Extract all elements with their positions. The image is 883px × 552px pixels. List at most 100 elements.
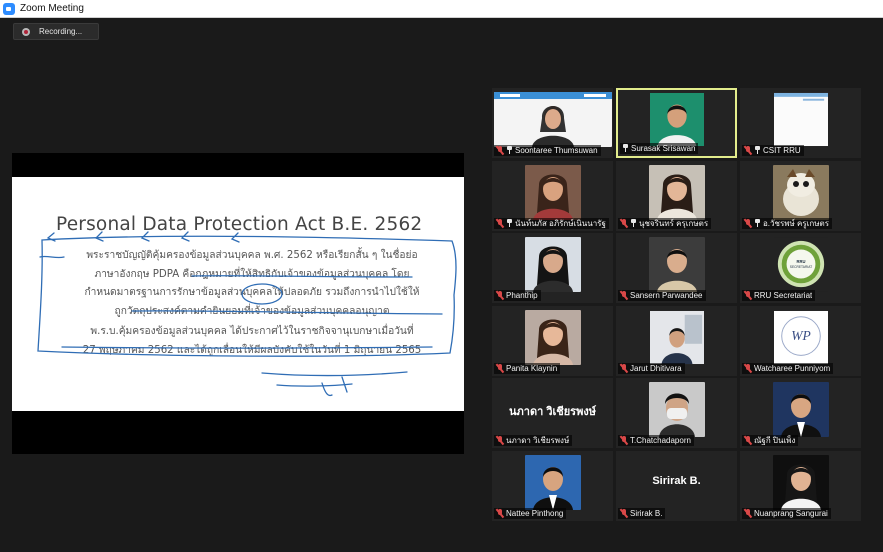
participant-tile[interactable]: Jarut Dhitivara — [616, 305, 737, 376]
participant-video — [524, 454, 581, 510]
mic-muted-icon — [496, 363, 504, 373]
participant-name: RRU Secretariat — [754, 291, 813, 300]
mic-muted-icon — [620, 218, 628, 228]
participant-tile[interactable]: Panita Klaynin — [492, 305, 613, 376]
participant-tile[interactable]: WP Watcharee Punniyom — [740, 305, 861, 376]
participant-tile[interactable]: Nattee Pinthong — [492, 450, 613, 521]
participant-tile[interactable]: อ.วัชรพษ์ ครูเกษตร — [740, 160, 861, 231]
participant-video — [524, 164, 581, 220]
recording-indicator[interactable]: Recording... — [13, 23, 99, 40]
participant-tile[interactable]: ณัฐกี ปินเพ็ง — [740, 378, 861, 448]
participant-display-name: Sirirak B. — [652, 474, 701, 487]
presentation-slide: Personal Data Protection Act B.E. 2562 พ… — [12, 177, 464, 411]
slide-text-line: ภาษาอังกฤษ PDPA คือกฎหมายที่ให้สิทธิกับเ… — [94, 268, 410, 280]
participant-nameplate: นุชจรินทร์ ครุเกษตร — [618, 217, 712, 229]
participant-tile[interactable]: Soontaree Thumsuwan — [492, 88, 613, 158]
ink-stroke — [321, 382, 333, 397]
mic-muted-icon — [496, 146, 504, 155]
participant-name: นภาดา วิเชียรพงษ์ — [506, 436, 570, 445]
participant-tile[interactable]: CSIT RRU — [740, 88, 861, 158]
participant-nameplate: Nuanprang Sangurai — [742, 507, 831, 519]
participant-nameplate: Soontaree Thumsuwan — [494, 145, 601, 156]
slide-title: Personal Data Protection Act B.E. 2562 — [56, 214, 423, 235]
slide-text-line: 27 พฤษภาคม 2562 และได้ถูกเลื่อนให้มีผลบั… — [82, 344, 422, 356]
participant-name: T.Chatchadaporn — [630, 436, 691, 445]
participant-nameplate: นภาดา วิเชียรพงษ์ — [494, 435, 573, 446]
participant-tile[interactable]: Surasak Srisawan — [616, 88, 737, 158]
mic-muted-icon — [496, 218, 504, 228]
participant-video — [524, 237, 581, 292]
participant-nameplate: Phanthip — [494, 290, 541, 301]
shared-screen: Personal Data Protection Act B.E. 2562 พ… — [12, 153, 464, 454]
participant-tile[interactable]: นุชจรินทร์ ครุเกษตร — [616, 160, 737, 231]
participant-video — [493, 92, 612, 147]
participant-video — [648, 237, 705, 292]
participant-display-name: นภาดา วิเชียรพงษ์ — [509, 406, 596, 418]
participant-tile[interactable]: Nuanprang Sangurai — [740, 450, 861, 521]
participant-tile[interactable]: Sirirak B. Sirirak B. — [616, 450, 737, 521]
mic-muted-icon — [744, 218, 752, 228]
participant-name: Jarut Dhitivara — [630, 363, 682, 373]
recording-label: Recording... — [39, 27, 83, 36]
participant-name: อ.วัชรพษ์ ครูเกษตร — [763, 218, 830, 228]
mic-muted-icon — [496, 508, 504, 518]
participant-tile[interactable]: Sansern Parwandee — [616, 233, 737, 303]
pin-icon — [506, 146, 513, 155]
participant-name: CSIT RRU — [763, 146, 801, 155]
participant-tile[interactable]: นภาดา วิเชียรพงษ์ นภาดา วิเชียรพงษ์ — [492, 378, 613, 448]
pin-icon — [506, 218, 513, 228]
participant-name: Panita Klaynin — [506, 363, 558, 373]
participant-video — [648, 164, 705, 220]
participant-nameplate: Sirirak B. — [618, 507, 666, 519]
svg-text:RRU: RRU — [796, 259, 805, 264]
ink-underline — [276, 383, 353, 387]
slide-text-line: กำหนดมาตรฐานการรักษาข้อมูลส่วนบุคคลให้ปล… — [84, 287, 420, 298]
mic-muted-icon — [744, 291, 752, 300]
mic-muted-icon — [620, 436, 628, 445]
title-bar: Zoom Meeting — [0, 0, 883, 18]
participant-video — [772, 382, 829, 437]
window-title: Zoom Meeting — [20, 3, 84, 14]
participant-video — [772, 454, 829, 510]
participant-tile[interactable]: นันท์นภัส อภิรักษ์เนินนารัฐ — [492, 160, 613, 231]
ink-stroke — [341, 376, 348, 393]
participant-nameplate: CSIT RRU — [742, 145, 804, 156]
mic-muted-icon — [620, 363, 628, 373]
participant-video — [773, 92, 828, 147]
participant-nameplate: Panita Klaynin — [494, 362, 561, 374]
slide-text-line: พระราชบัญญัติคุ้มครองข้อมูลส่วนบุคคล พ.ศ… — [86, 250, 418, 261]
participant-nameplate: RRU Secretariat — [742, 290, 816, 301]
ink-underline — [261, 371, 408, 377]
mic-muted-icon — [620, 508, 628, 518]
mic-muted-icon — [744, 363, 752, 373]
participant-tile[interactable]: RRU SECRETARIAT RRU Secretariat — [740, 233, 861, 303]
participant-nameplate: T.Chatchadaporn — [618, 435, 694, 446]
svg-text:WP: WP — [791, 327, 811, 342]
participant-nameplate: Watcharee Punniyom — [742, 362, 834, 374]
participant-tile[interactable]: Phanthip — [492, 233, 613, 303]
participant-video — [772, 164, 829, 220]
participant-name: นันท์นภัส อภิรักษ์เนินนารัฐ — [515, 218, 606, 228]
participant-name: Surasak Srisawan — [631, 144, 696, 153]
pin-icon — [622, 144, 629, 153]
slide-body: พระราชบัญญัติคุ้มครองข้อมูลส่วนบุคคล พ.ศ… — [48, 247, 456, 360]
slide-text-line: พ.ร.บ.คุ้มครองข้อมูลส่วนบุคคล ได้ประกาศไ… — [90, 326, 414, 337]
participant-video — [648, 382, 705, 437]
mic-muted-icon — [744, 508, 752, 518]
participant-name: Soontaree Thumsuwan — [515, 146, 598, 155]
slide-text-line: ถูกวัตถุประสงค์ตามคำยินยอมที่เจ้าของข้อม… — [114, 305, 390, 317]
participant-video — [649, 310, 704, 365]
participant-name: Nuanprang Sangurai — [754, 508, 828, 518]
mic-muted-icon — [620, 291, 628, 300]
mic-muted-icon — [496, 291, 504, 300]
participant-tile[interactable]: T.Chatchadaporn — [616, 378, 737, 448]
participant-nameplate: Nattee Pinthong — [494, 507, 567, 519]
mic-muted-icon — [744, 146, 752, 155]
mic-muted-icon — [496, 436, 504, 445]
participant-video: RRU SECRETARIAT — [773, 237, 828, 292]
participant-name: นุชจรินทร์ ครุเกษตร — [639, 218, 709, 228]
participant-nameplate: Jarut Dhitivara — [618, 362, 685, 374]
participant-video — [649, 92, 704, 147]
participant-name: Watcharee Punniyom — [754, 363, 831, 373]
participant-nameplate: นันท์นภัส อภิรักษ์เนินนารัฐ — [494, 217, 609, 229]
